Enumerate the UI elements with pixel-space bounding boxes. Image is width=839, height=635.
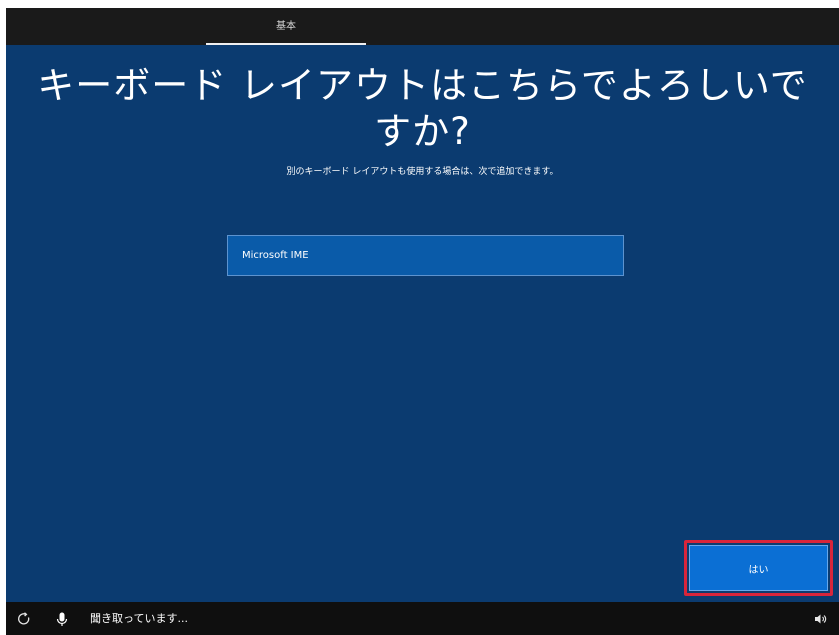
setup-window: 基本 キーボード レイアウトはこちらでよろしいですか? 別のキーボード レイアウ… — [6, 8, 839, 635]
keyboard-layout-option[interactable]: Microsoft IME — [227, 235, 624, 276]
page-subtitle: 別のキーボード レイアウトも使用する場合は、次で追加できます。 — [286, 167, 559, 177]
main-panel: キーボード レイアウトはこちらでよろしいですか? 別のキーボード レイアウトも使… — [6, 45, 839, 602]
tab-basic-label: 基本 — [276, 21, 296, 32]
top-bar: 基本 — [6, 8, 839, 45]
speaker-icon[interactable] — [812, 611, 828, 627]
tab-basic: 基本 — [206, 8, 366, 45]
microphone-icon[interactable] — [54, 611, 70, 627]
yes-button[interactable]: はい — [689, 545, 828, 591]
page-title: キーボード レイアウトはこちらでよろしいですか? — [37, 64, 808, 153]
bottom-bar: 聞き取っています... — [6, 602, 839, 635]
ease-of-access-icon[interactable] — [16, 611, 32, 627]
listening-status: 聞き取っています... — [90, 612, 188, 625]
